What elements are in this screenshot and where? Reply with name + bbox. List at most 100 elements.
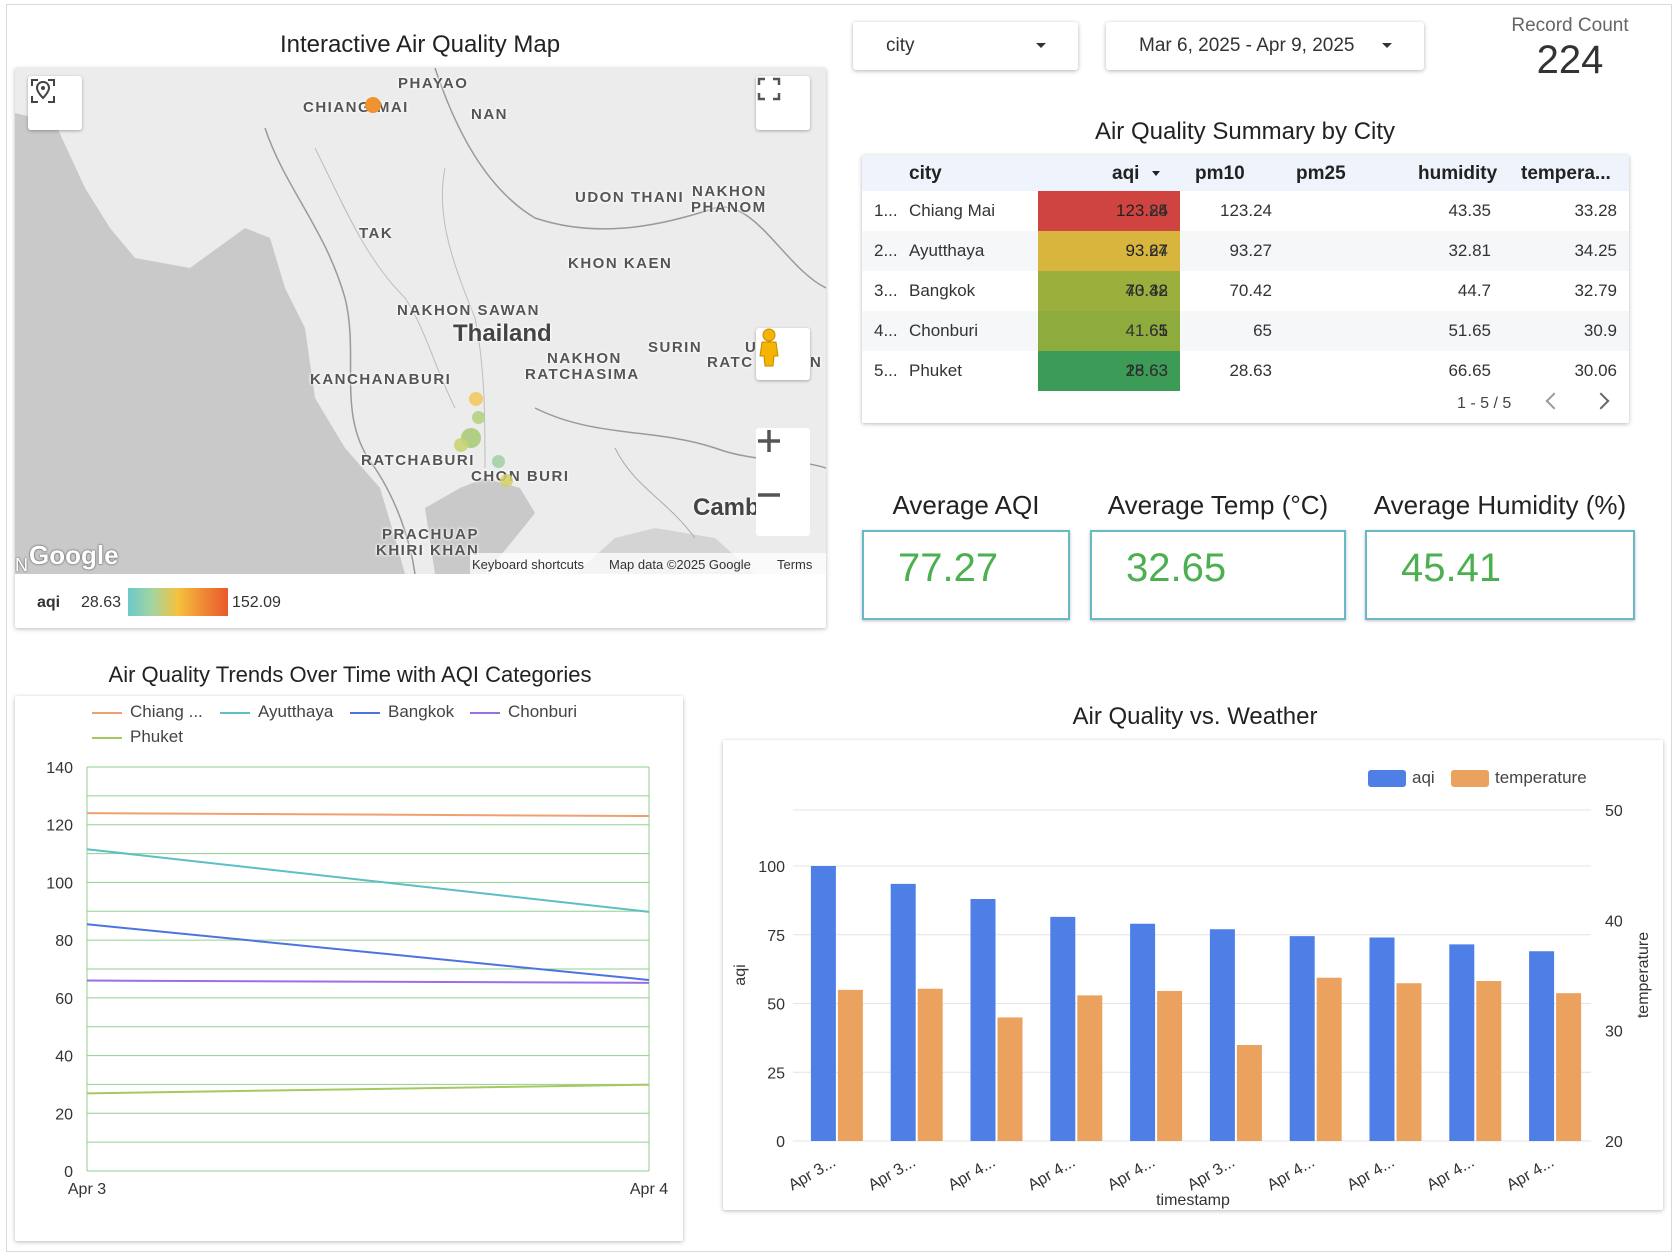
map-place-label: RATCHASIMA	[525, 366, 640, 383]
date-range-label: Mar 6, 2025 - Apr 9, 2025	[1139, 35, 1355, 56]
table-row[interactable]: 1... Chiang Mai 123.24 85 123.24 43.35 3…	[862, 191, 1629, 231]
y2-tick-label: 30	[1605, 1024, 1623, 1041]
y-tick-label: 100	[758, 859, 785, 876]
row-index: 2...	[874, 241, 898, 260]
map-marker[interactable]	[500, 474, 513, 487]
map-marker[interactable]	[472, 411, 485, 424]
cell-pm25: 123.24	[1220, 201, 1272, 220]
cell-pm25: 93.27	[1229, 241, 1272, 260]
map-place-label: RATC	[707, 354, 754, 371]
map-country-label: Camb	[693, 494, 760, 521]
column-header-pm10[interactable]: pm10	[1195, 163, 1245, 185]
row-index: 3...	[874, 281, 898, 300]
row-index: 5...	[874, 361, 898, 380]
cell-temperature: 34.25	[1574, 241, 1617, 260]
chevron-down-icon	[1036, 43, 1046, 48]
column-header-pm25[interactable]: pm25	[1296, 163, 1346, 185]
minus-icon	[758, 493, 780, 497]
chevron-right-icon[interactable]	[1592, 392, 1610, 410]
x-tick-label: Apr 3...	[866, 1154, 919, 1195]
map-place-label: SURIN	[648, 339, 703, 356]
map-marker[interactable]	[454, 438, 468, 452]
temperature-bar	[1077, 995, 1103, 1141]
y2-axis-label: temperature	[1635, 932, 1652, 1018]
cell-humidity: 43.35	[1448, 201, 1491, 220]
cell-city: Chonburi	[909, 321, 978, 340]
map-marker[interactable]	[365, 97, 381, 113]
cell-humidity: 44.7	[1457, 281, 1491, 300]
cell-pm25: 65	[1253, 321, 1272, 340]
map-place-label: NAN	[471, 106, 508, 123]
temperature-bar	[1476, 981, 1502, 1141]
aqi-bar	[1209, 929, 1235, 1141]
cell-humidity: 66.65	[1448, 361, 1491, 380]
map-place-label: NAKHON	[692, 183, 767, 200]
record-count-label: Record Count	[1511, 15, 1629, 36]
x-tick-label: Apr 4...	[1344, 1154, 1397, 1195]
city-filter-dropdown[interactable]: city	[853, 22, 1078, 70]
map-legend-min: 28.63	[81, 594, 122, 611]
temperature-bar	[1236, 1045, 1262, 1141]
location-icon	[31, 79, 55, 103]
table-row[interactable]: 4... Chonburi 65 41.61 65 51.65 30.9	[862, 311, 1629, 351]
y-tick-label: 0	[776, 1134, 785, 1151]
map-data-attribution: Map data ©2025 Google	[609, 557, 751, 572]
y-tick-label: 75	[767, 928, 785, 945]
fullscreen-button[interactable]	[756, 76, 810, 130]
terms-link[interactable]: Terms	[777, 557, 812, 572]
cell-city: Bangkok	[909, 281, 976, 300]
date-range-picker[interactable]: Mar 6, 2025 - Apr 9, 2025	[1106, 22, 1424, 70]
table-row[interactable]: 5... Phuket 28.63 15.63 28.63 66.65 30.0…	[862, 351, 1629, 391]
aqi-bar	[1050, 916, 1076, 1141]
table-header: city aqi pm10 pm25 humidity tempera...	[862, 155, 1629, 191]
y-tick-label: 40	[55, 1049, 73, 1066]
table-row[interactable]: 2... Ayutthaya 93.27 64 93.27 32.81 34.2…	[862, 231, 1629, 271]
air-quality-map[interactable]: PHAYAO CHIANG MAI NAN UDON THANI NAKHON …	[15, 68, 826, 574]
x-tick-label: Apr 4...	[1265, 1154, 1318, 1195]
temperature-bar	[997, 1017, 1023, 1141]
fullscreen-icon	[757, 77, 781, 101]
series-line	[86, 848, 650, 913]
kpi-title-temp: Average Temp (°C)	[1107, 490, 1329, 520]
series-line	[86, 1083, 650, 1095]
google-logo: Google	[29, 540, 119, 570]
map-place-label: TAK	[359, 225, 394, 242]
bar-chart: 0 25 50 75 100 20 30 40 50 Apr 3... Apr 3... Apr 4.…	[732, 803, 1652, 1209]
cell-humidity: 51.65	[1448, 321, 1491, 340]
cell-pm25: 28.63	[1229, 361, 1272, 380]
column-header-humidity[interactable]: humidity	[1418, 163, 1497, 185]
chevron-left-icon[interactable]	[1545, 392, 1563, 410]
line-chart: 0 20 40 60 80 100 120 140 Apr 3 Apr 4	[46, 760, 668, 1198]
aqi-bar	[810, 866, 836, 1141]
x-tick-label: Apr 4...	[945, 1154, 998, 1195]
zoom-in-button[interactable]	[756, 428, 810, 482]
x-tick-label: Apr 4	[630, 1181, 668, 1198]
x-tick-label: Apr 4...	[1105, 1154, 1158, 1195]
x-tick-label: Apr 3	[68, 1181, 106, 1198]
kpi-card-aqi: 77.27	[862, 530, 1070, 620]
my-location-button[interactable]	[28, 76, 82, 130]
series-line	[86, 812, 650, 818]
aqi-bar	[1529, 951, 1555, 1141]
kpi-value-humidity: 45.41	[1401, 546, 1502, 590]
column-header-temperature[interactable]: tempera...	[1521, 163, 1611, 185]
x-tick-label: Apr 4...	[1025, 1154, 1078, 1195]
pagination-label: 1 - 5 / 5	[1457, 395, 1512, 412]
pegman-icon	[759, 328, 779, 367]
table-row[interactable]: 3... Bangkok 70.42 43.38 70.42 44.7 32.7…	[862, 271, 1629, 311]
map-marker[interactable]	[492, 455, 505, 468]
x-tick-label: Apr 4...	[1504, 1154, 1557, 1195]
map-title: Interactive Air Quality Map	[279, 31, 561, 58]
series-line	[86, 979, 650, 984]
street-view-pegman[interactable]	[756, 328, 810, 380]
cell-pm10: 41.61	[1125, 321, 1168, 340]
keyboard-shortcuts-link[interactable]: Keyboard shortcuts	[472, 557, 584, 572]
column-header-aqi[interactable]: aqi	[1112, 163, 1139, 185]
map-place-label: KHIRI KHAN	[376, 542, 480, 559]
zoom-out-button[interactable]	[756, 482, 810, 536]
y-axis-label: aqi	[732, 964, 749, 985]
column-header-city[interactable]: city	[909, 163, 942, 185]
map-left-edge-label: N	[15, 555, 28, 574]
map-marker[interactable]	[469, 392, 483, 406]
aqi-bar	[1130, 923, 1156, 1141]
